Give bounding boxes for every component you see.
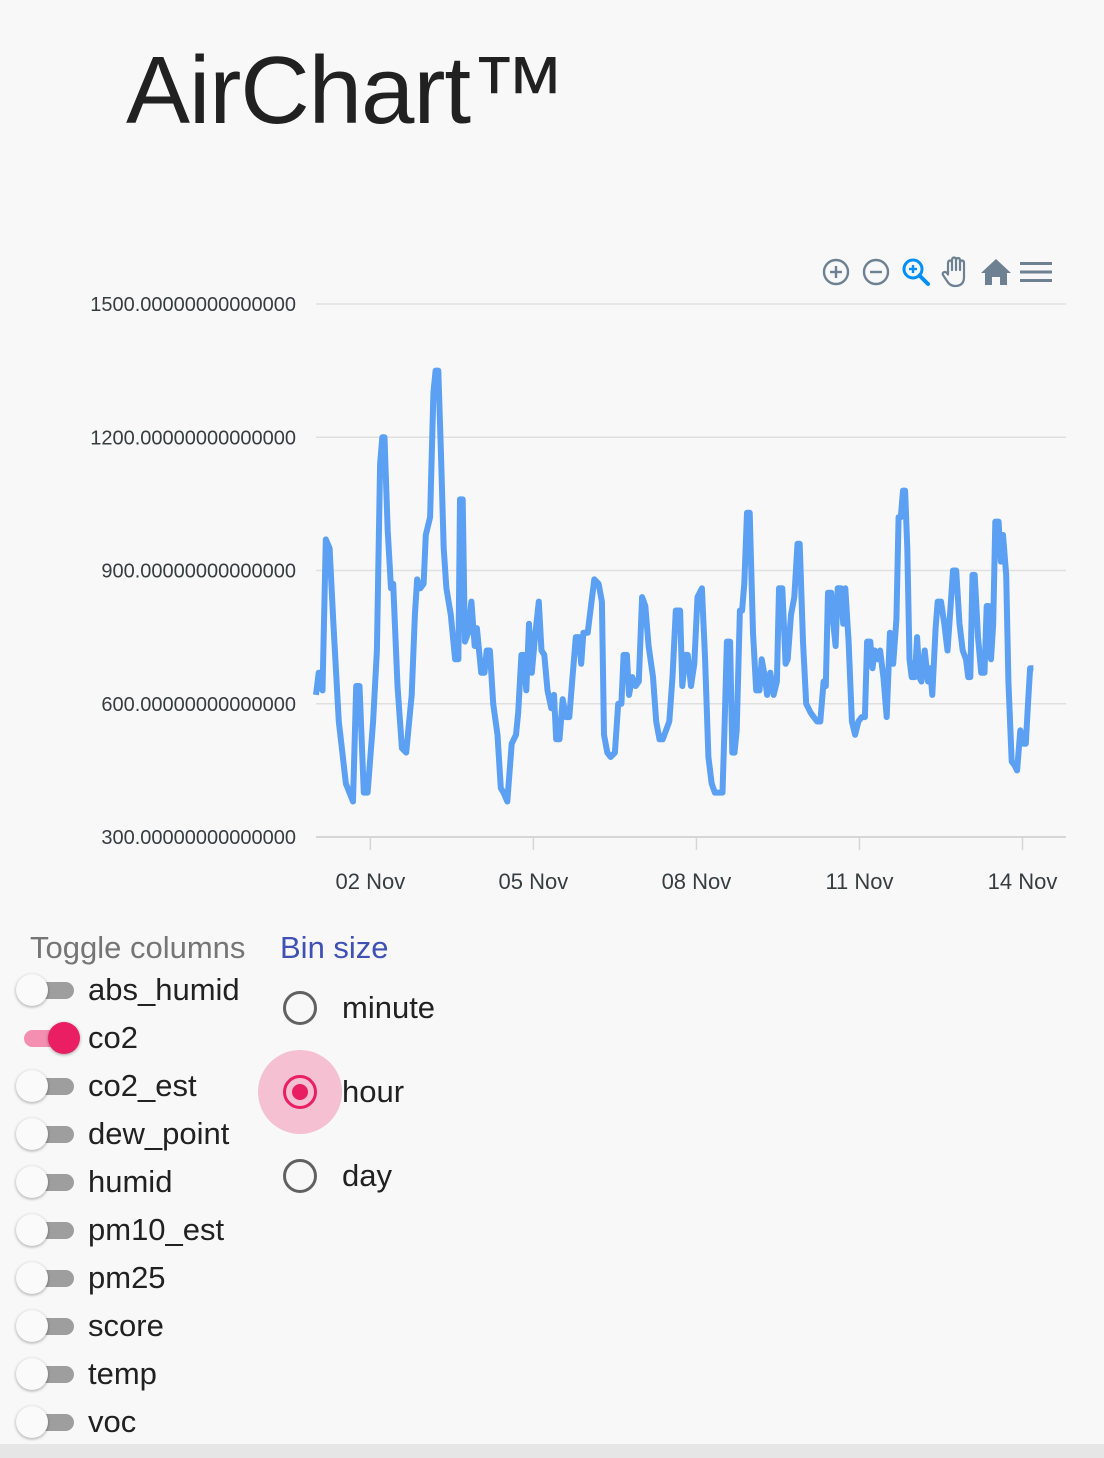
radio-day[interactable] bbox=[258, 1134, 342, 1218]
radio-label: day bbox=[342, 1158, 392, 1193]
toggle-switch-co2[interactable] bbox=[14, 1018, 80, 1058]
toggle-row-voc: voc bbox=[14, 1398, 240, 1446]
switch-thumb bbox=[16, 1118, 48, 1150]
pan-icon bbox=[941, 256, 966, 288]
toggle-label: pm25 bbox=[88, 1260, 166, 1295]
radio-row-hour: hour bbox=[258, 1050, 435, 1134]
toggle-switch-pm25[interactable] bbox=[14, 1258, 78, 1298]
selection-zoom-icon bbox=[902, 258, 930, 286]
toggle-row-pm25: pm25 bbox=[14, 1254, 240, 1302]
toggle-switch-co2-est[interactable] bbox=[14, 1066, 78, 1106]
toggle-switch-humid[interactable] bbox=[14, 1162, 78, 1202]
y-tick-label: 1200.00000000000000 bbox=[90, 427, 296, 449]
y-tick-label: 600.00000000000000 bbox=[101, 694, 296, 716]
switch-thumb bbox=[16, 1406, 48, 1438]
x-tick-label: 05 Nov bbox=[499, 869, 569, 894]
x-tick-label: 02 Nov bbox=[335, 869, 405, 894]
y-tick-label: 900.00000000000000 bbox=[101, 561, 296, 583]
switch-thumb bbox=[48, 1022, 80, 1054]
radio-row-day: day bbox=[258, 1134, 435, 1218]
zoom-out-icon bbox=[862, 258, 890, 286]
toggle-row-abs-humid: abs_humid bbox=[14, 966, 240, 1014]
co2-line-chart[interactable]: 1500.00000000000000 1200.00000000000000 90… bbox=[0, 240, 1104, 910]
zoom-out-button[interactable] bbox=[856, 253, 896, 291]
switch-thumb bbox=[16, 1070, 48, 1102]
toggle-label: temp bbox=[88, 1356, 157, 1391]
toggle-row-humid: humid bbox=[14, 1158, 240, 1206]
chart-menu-button[interactable] bbox=[1016, 253, 1056, 291]
menu-icon bbox=[1020, 262, 1052, 282]
switch-thumb bbox=[16, 1310, 48, 1342]
pan-button[interactable] bbox=[936, 253, 976, 291]
radio-dot bbox=[292, 1084, 308, 1100]
toggle-row-pm10-est: pm10_est bbox=[14, 1206, 240, 1254]
x-tick-label: 08 Nov bbox=[662, 869, 732, 894]
bottom-scrollbar-track bbox=[0, 1444, 1104, 1458]
app-title: AirChart™ bbox=[126, 37, 566, 144]
toggle-label: humid bbox=[88, 1164, 173, 1199]
radio-circle bbox=[283, 1159, 317, 1193]
bin-size-radio-group: minute hour day bbox=[258, 966, 435, 1218]
chart-toolbar bbox=[816, 252, 1056, 292]
toggle-columns-title: Toggle columns bbox=[30, 930, 246, 965]
y-tick-label: 1500.00000000000000 bbox=[90, 294, 296, 316]
switch-thumb bbox=[16, 974, 48, 1006]
toggle-label: pm10_est bbox=[88, 1212, 225, 1247]
radio-circle bbox=[283, 1075, 317, 1109]
toggle-label: dew_point bbox=[88, 1116, 230, 1151]
toggle-row-score: score bbox=[14, 1302, 240, 1350]
toggle-switch-dew-point[interactable] bbox=[14, 1114, 78, 1154]
radio-hour[interactable] bbox=[258, 1050, 342, 1134]
toggle-row-co2: co2 bbox=[14, 1014, 240, 1062]
toggle-row-temp: temp bbox=[14, 1350, 240, 1398]
switch-thumb bbox=[16, 1358, 48, 1390]
toggle-switch-score[interactable] bbox=[14, 1306, 78, 1346]
radio-label: minute bbox=[342, 990, 436, 1025]
radio-minute[interactable] bbox=[258, 966, 342, 1050]
switch-thumb bbox=[16, 1166, 48, 1198]
radio-circle bbox=[283, 991, 317, 1025]
toggle-row-dew-point: dew_point bbox=[14, 1110, 240, 1158]
radio-row-minute: minute bbox=[258, 966, 435, 1050]
toggle-label: co2_est bbox=[88, 1068, 197, 1103]
selection-zoom-button[interactable] bbox=[896, 253, 936, 291]
switch-thumb bbox=[16, 1214, 48, 1246]
x-tick-label: 14 Nov bbox=[988, 869, 1058, 894]
y-tick-label: 300.00000000000000 bbox=[101, 827, 296, 849]
co2-series-line bbox=[313, 367, 1034, 805]
toggle-switch-voc[interactable] bbox=[14, 1402, 78, 1442]
zoom-in-icon bbox=[822, 258, 850, 286]
toggle-label: co2 bbox=[88, 1020, 138, 1055]
toggle-label: score bbox=[88, 1308, 164, 1343]
bin-size-title: Bin size bbox=[280, 930, 389, 965]
column-toggle-list: abs_humid co2 co2_est dew_pointhumid pm10_es… bbox=[14, 966, 240, 1446]
toggle-label: voc bbox=[88, 1404, 137, 1439]
radio-label: hour bbox=[342, 1074, 405, 1109]
reset-home-icon bbox=[981, 259, 1011, 285]
switch-thumb bbox=[16, 1262, 48, 1294]
toggle-label: abs_humid bbox=[88, 972, 240, 1007]
reset-zoom-button[interactable] bbox=[976, 253, 1016, 291]
toggle-switch-pm10-est[interactable] bbox=[14, 1210, 78, 1250]
chart-container: 1500.00000000000000 1200.00000000000000 90… bbox=[0, 240, 1104, 910]
toggle-switch-abs-humid[interactable] bbox=[14, 970, 78, 1010]
toggle-switch-temp[interactable] bbox=[14, 1354, 78, 1394]
zoom-in-button[interactable] bbox=[816, 253, 856, 291]
toggle-row-co2-est: co2_est bbox=[14, 1062, 240, 1110]
x-tick-label: 11 Nov bbox=[825, 869, 893, 894]
